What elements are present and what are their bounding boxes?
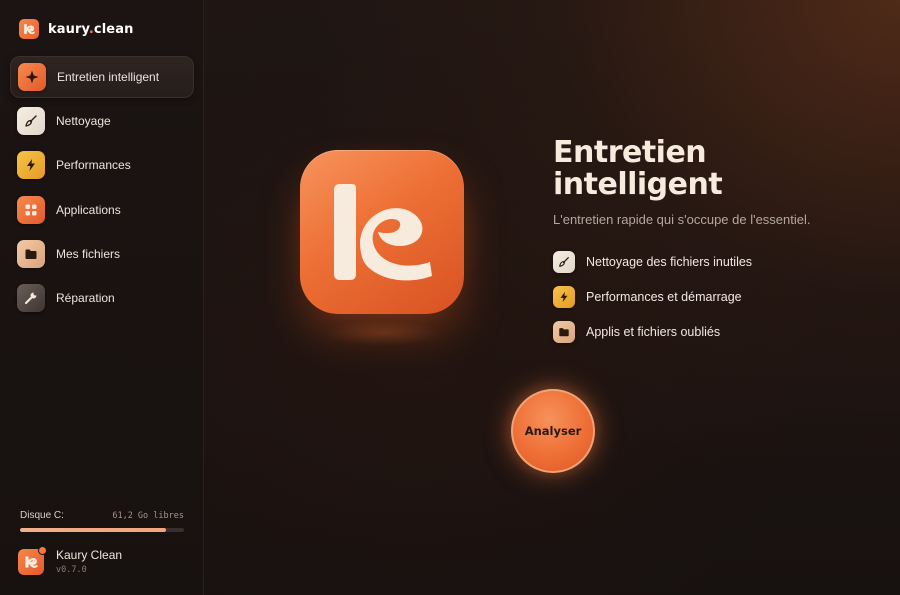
analyze-button[interactable]: Analyser: [511, 389, 595, 473]
sidebar-item-performances[interactable]: Performances: [10, 144, 194, 186]
disk-usage-fill: [20, 528, 166, 532]
app-avatar-icon: [18, 545, 47, 575]
sidebar-item-applications[interactable]: Applications: [10, 189, 194, 231]
account-name: Kaury Clean: [56, 548, 123, 562]
hero-reflection: [324, 320, 442, 346]
disk-usage-bar: [20, 528, 184, 532]
disk-label: Disque C:: [20, 510, 64, 521]
broom-icon: [553, 251, 575, 273]
list-item: Applis et fichiers oubliés: [553, 320, 752, 344]
sidebar-item-label: Mes fichiers: [56, 246, 121, 261]
feature-list: Nettoyage des fichiers inutiles Performa…: [553, 250, 752, 355]
sidebar-item-mes-fichiers[interactable]: Mes fichiers: [10, 233, 194, 275]
sidebar-item-label: Performances: [56, 158, 131, 173]
sidebar-item-label: Applications: [56, 202, 121, 217]
app-window: kaury.clean Entretien intelligent Nettoy…: [0, 0, 900, 595]
feature-label: Nettoyage des fichiers inutiles: [586, 255, 753, 269]
lightning-icon: [17, 151, 45, 180]
sidebar-item-nettoyage[interactable]: Nettoyage: [10, 100, 194, 142]
feature-label: Applis et fichiers oubliés: [586, 325, 721, 339]
brand: kaury.clean: [19, 19, 133, 39]
sidebar-item-label: Réparation: [56, 290, 115, 305]
sidebar-item-label: Entretien intelligent: [57, 70, 160, 84]
sidebar-item-reparation[interactable]: Réparation: [10, 277, 194, 319]
disk-free-space: 61,2 Go libres: [112, 511, 184, 521]
notification-badge: [38, 545, 47, 555]
page-title: Entretien intelligent: [553, 135, 723, 202]
lightning-icon: [553, 286, 575, 308]
k-logo-icon: [300, 150, 464, 314]
page-subtitle: L'entretien rapide qui s'occupe de l'ess…: [553, 212, 811, 227]
sidebar-item-label: Nettoyage: [56, 114, 111, 129]
folder-icon: [553, 321, 575, 343]
feature-label: Performances et démarrage: [586, 290, 742, 304]
broom-icon: [17, 107, 45, 136]
analyze-button-label: Analyser: [524, 424, 582, 438]
list-item: Performances et démarrage: [553, 285, 752, 309]
list-item: Nettoyage des fichiers inutiles: [553, 250, 752, 274]
grid-icon: [17, 195, 45, 224]
sidebar-item-entretien-intelligent[interactable]: Entretien intelligent: [10, 56, 194, 98]
wrench-icon: [17, 283, 45, 312]
sidebar-nav: Entretien intelligent Nettoyage Performa…: [10, 56, 194, 321]
main-panel: Entretien intelligent L'entretien rapide…: [204, 0, 900, 595]
k-logo-icon: [19, 19, 39, 39]
disk-usage: Disque C: 61,2 Go libres: [20, 510, 184, 532]
sidebar: kaury.clean Entretien intelligent Nettoy…: [0, 0, 204, 595]
app-version: v0.7.0: [56, 565, 87, 575]
account-card[interactable]: Kaury Clean v0.7.0: [18, 545, 123, 575]
sparkle-icon: [18, 63, 46, 91]
brand-name: kaury.clean: [48, 21, 134, 37]
folder-icon: [17, 239, 45, 268]
